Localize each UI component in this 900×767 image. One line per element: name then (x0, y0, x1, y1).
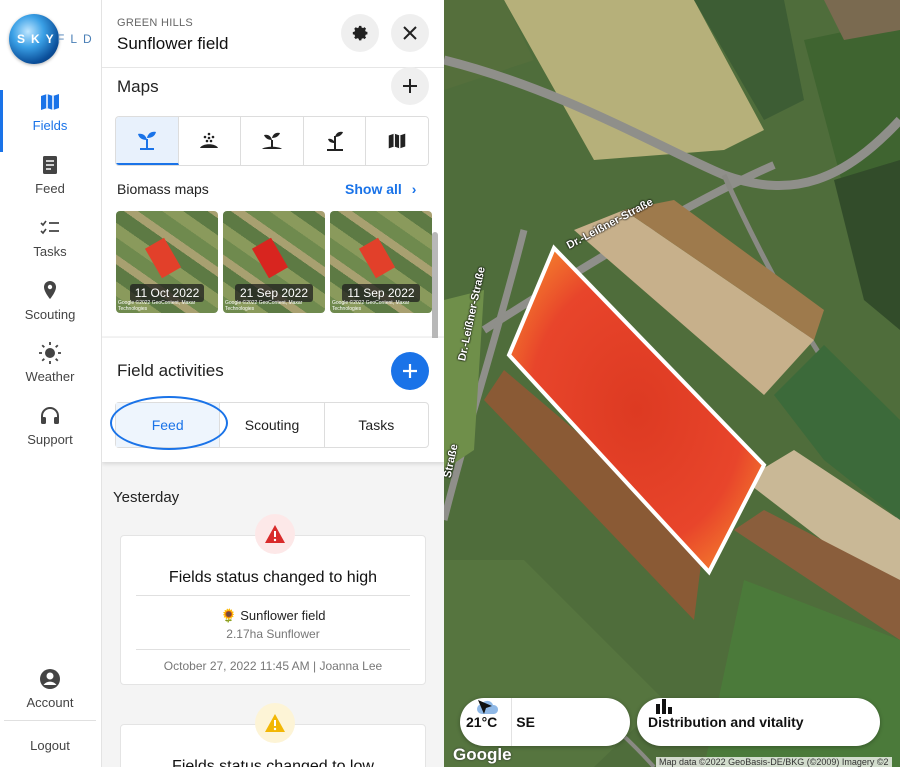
tab-sprout[interactable] (241, 117, 304, 165)
tab-scouting[interactable]: Scouting (220, 403, 325, 447)
card-field-detail: 2.17ha Sunflower (226, 627, 320, 641)
weather-wind-pill[interactable]: 21°C SE (460, 698, 630, 746)
card-title: Fields status changed to high (168, 569, 378, 586)
tab-feed[interactable]: Feed (116, 403, 221, 447)
thumb-credit: Google ©2022 GeoContent, Maxar Technolog… (332, 300, 410, 312)
tab-plant[interactable] (116, 117, 179, 165)
biomass-thumb[interactable]: 11 Sep 2022 Google ©2022 GeoContent, Max… (330, 211, 432, 313)
status-badge (255, 703, 295, 743)
nav-label-fields: Fields (32, 118, 68, 133)
field-panel: GREEN HILLS Sunflower field Maps Biomass… (102, 0, 444, 767)
day-heading: Yesterday (113, 489, 180, 506)
logo-text: SKY (17, 32, 60, 46)
field-shape (144, 237, 182, 279)
checklist-icon (40, 220, 59, 235)
gear-icon (352, 25, 368, 41)
biomass-thumbnails: 11 Oct 2022 Google ©2022 GeoContent, Max… (116, 211, 432, 313)
biomass-thumb[interactable]: 21 Sep 2022 Google ©2022 GeoContent, Max… (223, 211, 325, 313)
card-field: 🌻 Sunflower field (220, 608, 326, 623)
location-pin-icon (44, 281, 56, 299)
activity-tabs: Feed Scouting Tasks (115, 402, 429, 448)
nav-label-tasks: Tasks (33, 244, 67, 259)
nav-item-weather[interactable]: Weather (0, 341, 100, 403)
plant-icon (137, 131, 156, 150)
status-badge (255, 514, 295, 554)
plus-icon (403, 79, 417, 93)
add-activity-button[interactable] (391, 352, 429, 390)
nav-item-fields[interactable]: Fields (0, 90, 100, 152)
temperature: 21°C (466, 714, 498, 730)
nav-label-support: Support (27, 432, 73, 447)
close-button[interactable] (391, 14, 429, 52)
tab-map[interactable] (366, 117, 428, 165)
page-title: Sunflower field (117, 34, 229, 53)
maps-title: Maps (117, 77, 159, 96)
document-icon (43, 156, 57, 174)
feed-list: Yesterday Fields status changed to high … (102, 462, 444, 767)
nav-divider (4, 720, 96, 721)
maps-section: Maps Biomass maps Show all › 11 Oct 2022… (102, 67, 444, 382)
sprout-soil-icon (261, 132, 282, 149)
tab-seeding[interactable] (178, 117, 242, 165)
thumb-credit: Google ©2022 GeoContent, Maxar Technolog… (225, 300, 303, 312)
satellite-map[interactable]: Dr.-Leißner-Straße Dr.-Leißner-Straße St… (444, 0, 900, 767)
divider (511, 698, 513, 746)
map-imagery (444, 0, 900, 767)
tab-tasks[interactable]: Tasks (325, 403, 428, 447)
biomass-thumb[interactable]: 11 Oct 2022 Google ©2022 GeoContent, Max… (116, 211, 218, 313)
wind-arrow-icon (478, 700, 492, 714)
plus-icon (403, 364, 417, 378)
chevron-right-icon: › (411, 181, 417, 197)
plant-growth-icon (326, 131, 343, 151)
map-icon (41, 94, 59, 110)
add-map-button[interactable] (391, 67, 429, 105)
skyfld-logo[interactable]: SKY FLD (9, 14, 95, 66)
field-shape (251, 237, 289, 279)
tab-growth[interactable] (303, 117, 367, 165)
map-type-tabs (115, 116, 429, 166)
sun-icon (39, 342, 61, 364)
field-activities-title: Field activities (117, 361, 224, 380)
account-icon (40, 669, 60, 689)
map-icon (388, 133, 406, 149)
panel-header: GREEN HILLS Sunflower field (102, 0, 444, 68)
farm-name: GREEN HILLS (117, 17, 194, 29)
feed-card[interactable]: Fields status changed to high 🌻 Sunflowe… (120, 514, 426, 685)
logout-link[interactable]: Logout (0, 738, 100, 753)
show-all-label: Show all (345, 181, 402, 197)
nav-label-feed: Feed (35, 181, 65, 196)
bar-chart-icon (656, 699, 672, 714)
warning-icon (265, 525, 285, 543)
nav-item-support[interactable]: Support (0, 404, 100, 466)
show-all-link[interactable]: Show all › (345, 181, 416, 197)
warning-icon (265, 714, 285, 732)
feed-card[interactable]: Fields status changed to low (120, 703, 426, 767)
settings-button[interactable] (341, 14, 379, 52)
google-logo: Google (453, 745, 512, 764)
wind-direction: SE (516, 714, 535, 730)
distribution-label: Distribution and vitality (648, 714, 804, 730)
nav-label-weather: Weather (25, 369, 75, 384)
logo-text-2: FLD (57, 32, 98, 46)
field-activities-section: Field activities Feed Scouting Tasks (102, 338, 444, 462)
card-title: Fields status changed to low (172, 758, 374, 767)
close-icon (403, 26, 417, 40)
distribution-vitality-button[interactable]: Distribution and vitality (637, 698, 880, 746)
map-attribution[interactable]: Map data ©2022 GeoBasis-DE/BKG (©2009) I… (656, 757, 892, 767)
field-shape (358, 237, 396, 279)
seeding-icon (200, 132, 219, 148)
nav-label-account: Account (26, 695, 74, 710)
biomass-maps-label: Biomass maps (117, 181, 209, 197)
headset-icon (41, 407, 59, 424)
nav-item-scouting[interactable]: Scouting (0, 279, 100, 341)
thumb-credit: Google ©2022 GeoContent, Maxar Technolog… (118, 300, 196, 312)
left-navigation: SKY FLD Fields Feed Tasks Scouting Weath… (0, 0, 102, 767)
nav-label-scouting: Scouting (24, 307, 76, 322)
divider (136, 649, 410, 650)
nav-item-tasks[interactable]: Tasks (0, 216, 100, 278)
nav-item-feed[interactable]: Feed (0, 153, 100, 215)
card-meta: October 27, 2022 11:45 AM | Joanna Lee (163, 659, 383, 673)
divider (136, 595, 410, 596)
